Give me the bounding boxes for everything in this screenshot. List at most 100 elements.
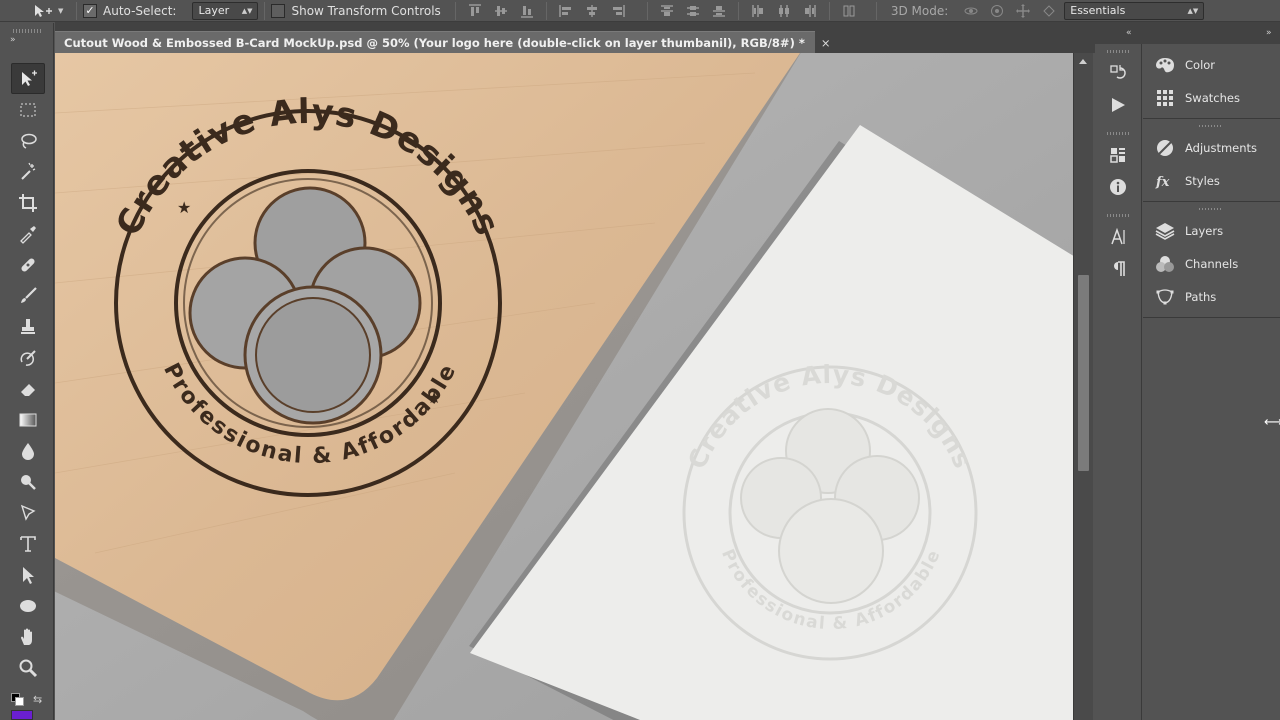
magic-wand-icon [21, 162, 36, 180]
separator [875, 1, 877, 20]
3d-slide-icon[interactable] [1040, 2, 1058, 20]
channels-panel-tab[interactable]: Channels [1143, 247, 1280, 280]
scrollbar-thumb[interactable] [1078, 275, 1089, 471]
swap-colors-icon[interactable]: ⇆ [33, 693, 42, 706]
dodge-icon [21, 474, 36, 490]
align-horizontal-centers-icon[interactable] [583, 2, 601, 20]
color-panel-tab[interactable]: Color [1143, 48, 1280, 81]
align-bottom-edges-icon[interactable] [518, 2, 536, 20]
pen-icon [20, 504, 36, 521]
workspace-name: Essentials [1070, 4, 1126, 17]
canvas-vertical-scrollbar[interactable] [1073, 53, 1093, 720]
lasso-tool[interactable] [11, 125, 45, 156]
adjustments-panel-tab[interactable]: Adjustments [1143, 131, 1280, 164]
styles-panel-tab[interactable]: fx Styles [1143, 164, 1280, 197]
panel-grip[interactable] [1107, 129, 1129, 137]
dodge-tool[interactable] [11, 466, 45, 497]
updown-arrows-icon: ▲▼ [1187, 6, 1199, 15]
magic-wand-tool[interactable] [11, 156, 45, 187]
eyedropper-tool[interactable] [11, 218, 45, 249]
eyedropper-icon [20, 225, 36, 244]
collapse-arrows-icon[interactable]: » [1266, 28, 1272, 38]
eraser-tool[interactable] [11, 373, 45, 404]
layers-panel-tab[interactable]: Layers [1143, 214, 1280, 247]
collapse-arrows-icon[interactable]: » [10, 35, 16, 45]
color-chips[interactable]: ⇆ [9, 693, 45, 720]
background-color-chip[interactable] [15, 697, 24, 706]
document-canvas[interactable]: Creative Alys Designs Professional & Aff… [55, 53, 1073, 720]
align-left-edges-icon[interactable] [557, 2, 575, 20]
3d-pan-icon[interactable] [1014, 2, 1032, 20]
mockup-artwork: Creative Alys Designs Professional & Aff… [55, 53, 1073, 720]
history-brush-tool[interactable] [11, 342, 45, 373]
close-document-icon[interactable]: × [821, 36, 831, 50]
path-selection-tool[interactable] [11, 559, 45, 590]
blur-tool[interactable] [11, 435, 45, 466]
move-tool[interactable] [11, 63, 45, 94]
3d-roll-icon[interactable] [988, 2, 1006, 20]
show-transform-controls-checkbox[interactable] [271, 3, 286, 18]
distribute-vertical-centers-icon[interactable] [684, 2, 702, 20]
panel-grip[interactable] [1107, 211, 1129, 219]
pen-tool[interactable] [11, 497, 45, 528]
move-tool-icon [22, 70, 37, 86]
properties-panel-button[interactable] [1096, 139, 1140, 171]
move-tool-preset-picker[interactable]: ▼ [0, 0, 70, 22]
distribute-left-icon[interactable] [749, 2, 767, 20]
show-transform-controls-label: Show Transform Controls [291, 3, 441, 18]
document-tab[interactable]: Cutout Wood & Embossed B-Card MockUp.psd… [55, 31, 830, 53]
properties-icon [1110, 148, 1125, 163]
ellipse-icon [20, 599, 36, 612]
crop-tool[interactable] [11, 187, 45, 218]
align-vertical-centers-icon[interactable] [492, 2, 510, 20]
paths-panel-tab[interactable]: Paths [1143, 280, 1280, 313]
distribute-top-icon[interactable] [658, 2, 676, 20]
expanded-panel-list: Color Swatches Adjustments fx Styles Lay… [1143, 44, 1280, 720]
scroll-up-arrow-icon[interactable] [1079, 59, 1087, 64]
ellipse-shape-tool[interactable] [11, 590, 45, 621]
workspace-switcher[interactable]: Essentials ▲▼ [1064, 1, 1205, 20]
healing-brush-tool[interactable] [11, 249, 45, 280]
auto-select-target-dropdown[interactable]: Layer ▲▼ [192, 1, 259, 20]
panel-grip[interactable] [13, 29, 41, 33]
type-tool[interactable] [11, 528, 45, 559]
auto-select-checkbox[interactable]: ✓ [83, 3, 97, 18]
accent-color-chip[interactable] [11, 710, 33, 720]
auto-align-layers-icon[interactable] [840, 2, 858, 20]
separator [545, 1, 547, 20]
panel-grip[interactable] [1199, 206, 1223, 212]
info-panel-button[interactable] [1096, 171, 1140, 203]
character-a-icon [1111, 228, 1125, 245]
align-top-edges-icon[interactable] [466, 2, 484, 20]
actions-panel-button[interactable] [1096, 89, 1140, 121]
swatches-panel-tab[interactable]: Swatches [1143, 81, 1280, 114]
panel-grip[interactable] [1199, 123, 1223, 129]
align-right-edges-icon[interactable] [609, 2, 627, 20]
distribute-horizontal-centers-icon[interactable] [775, 2, 793, 20]
gradient-icon [19, 413, 37, 426]
history-icon [1110, 65, 1126, 79]
panel-grip[interactable] [1107, 47, 1129, 55]
separator [828, 1, 830, 20]
separator [737, 1, 739, 20]
gradient-tool[interactable] [11, 404, 45, 435]
collapsed-panel-icons [1096, 44, 1142, 720]
hand-tool[interactable] [11, 621, 45, 652]
layers-icon [1155, 222, 1175, 240]
paths-icon [1156, 288, 1174, 304]
paths-panel-label: Paths [1185, 289, 1217, 304]
separator [646, 1, 648, 20]
distribute-right-icon[interactable] [801, 2, 819, 20]
paragraph-panel-button[interactable] [1096, 253, 1140, 285]
brush-tool[interactable] [11, 280, 45, 311]
panel-group-color: Color Swatches [1143, 44, 1280, 119]
character-panel-button[interactable] [1096, 221, 1140, 253]
collapse-arrows-icon[interactable]: « [1126, 28, 1132, 38]
stamp-icon [21, 318, 35, 334]
zoom-tool[interactable] [11, 652, 45, 683]
history-panel-button[interactable] [1096, 57, 1140, 89]
clone-stamp-tool[interactable] [11, 311, 45, 342]
3d-rotate-icon[interactable] [962, 2, 980, 20]
distribute-bottom-icon[interactable] [710, 2, 728, 20]
marquee-tool[interactable] [11, 94, 45, 125]
